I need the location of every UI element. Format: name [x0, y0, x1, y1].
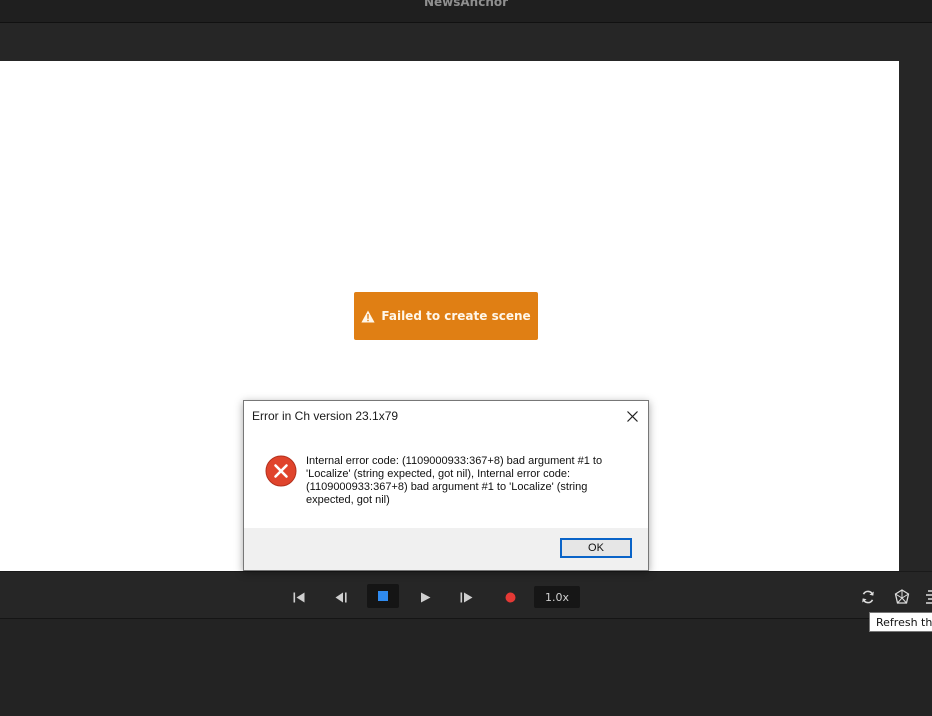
scene-error-banner: Failed to create scene [354, 292, 538, 340]
stop-icon [378, 591, 388, 601]
record-icon [505, 592, 515, 602]
top-toolbar [0, 23, 932, 61]
skip-to-start-button[interactable] [288, 586, 310, 608]
error-dialog: Error in Ch version 23.1x79 Internal err… [243, 400, 649, 571]
record-button[interactable] [499, 586, 521, 608]
scene-error-text: Failed to create scene [381, 309, 531, 323]
stop-button[interactable] [367, 584, 399, 608]
error-icon [265, 455, 297, 487]
refresh-button[interactable] [857, 586, 879, 608]
dialog-message: Internal error code: (1109000933:367+8) … [306, 455, 603, 506]
dialog-close-button[interactable] [622, 406, 642, 426]
play-icon [420, 592, 430, 602]
step-forward-button[interactable] [456, 586, 478, 608]
refresh-icon [862, 590, 874, 604]
play-button[interactable] [414, 586, 436, 608]
puppet-button[interactable] [891, 586, 913, 608]
title-bar: NewsAnchor [0, 0, 932, 23]
step-back-icon [335, 592, 347, 602]
tooltip: Refresh the [869, 612, 932, 632]
window-title: NewsAnchor [423, 0, 509, 9]
close-icon [626, 410, 638, 422]
step-back-button[interactable] [331, 586, 353, 608]
warning-triangle-icon [361, 310, 375, 322]
timeline-panel [0, 619, 932, 716]
playback-speed[interactable]: 1.0x [534, 586, 580, 608]
more-button[interactable] [924, 586, 932, 608]
more-icon [926, 590, 932, 604]
step-forward-icon [460, 592, 473, 602]
dialog-footer: OK [244, 528, 648, 570]
puppet-icon [894, 589, 910, 604]
skip-to-start-icon [293, 592, 305, 602]
dialog-title: Error in Ch version 23.1x79 [252, 409, 399, 423]
ok-button[interactable]: OK [560, 538, 632, 558]
right-gutter [899, 61, 932, 571]
